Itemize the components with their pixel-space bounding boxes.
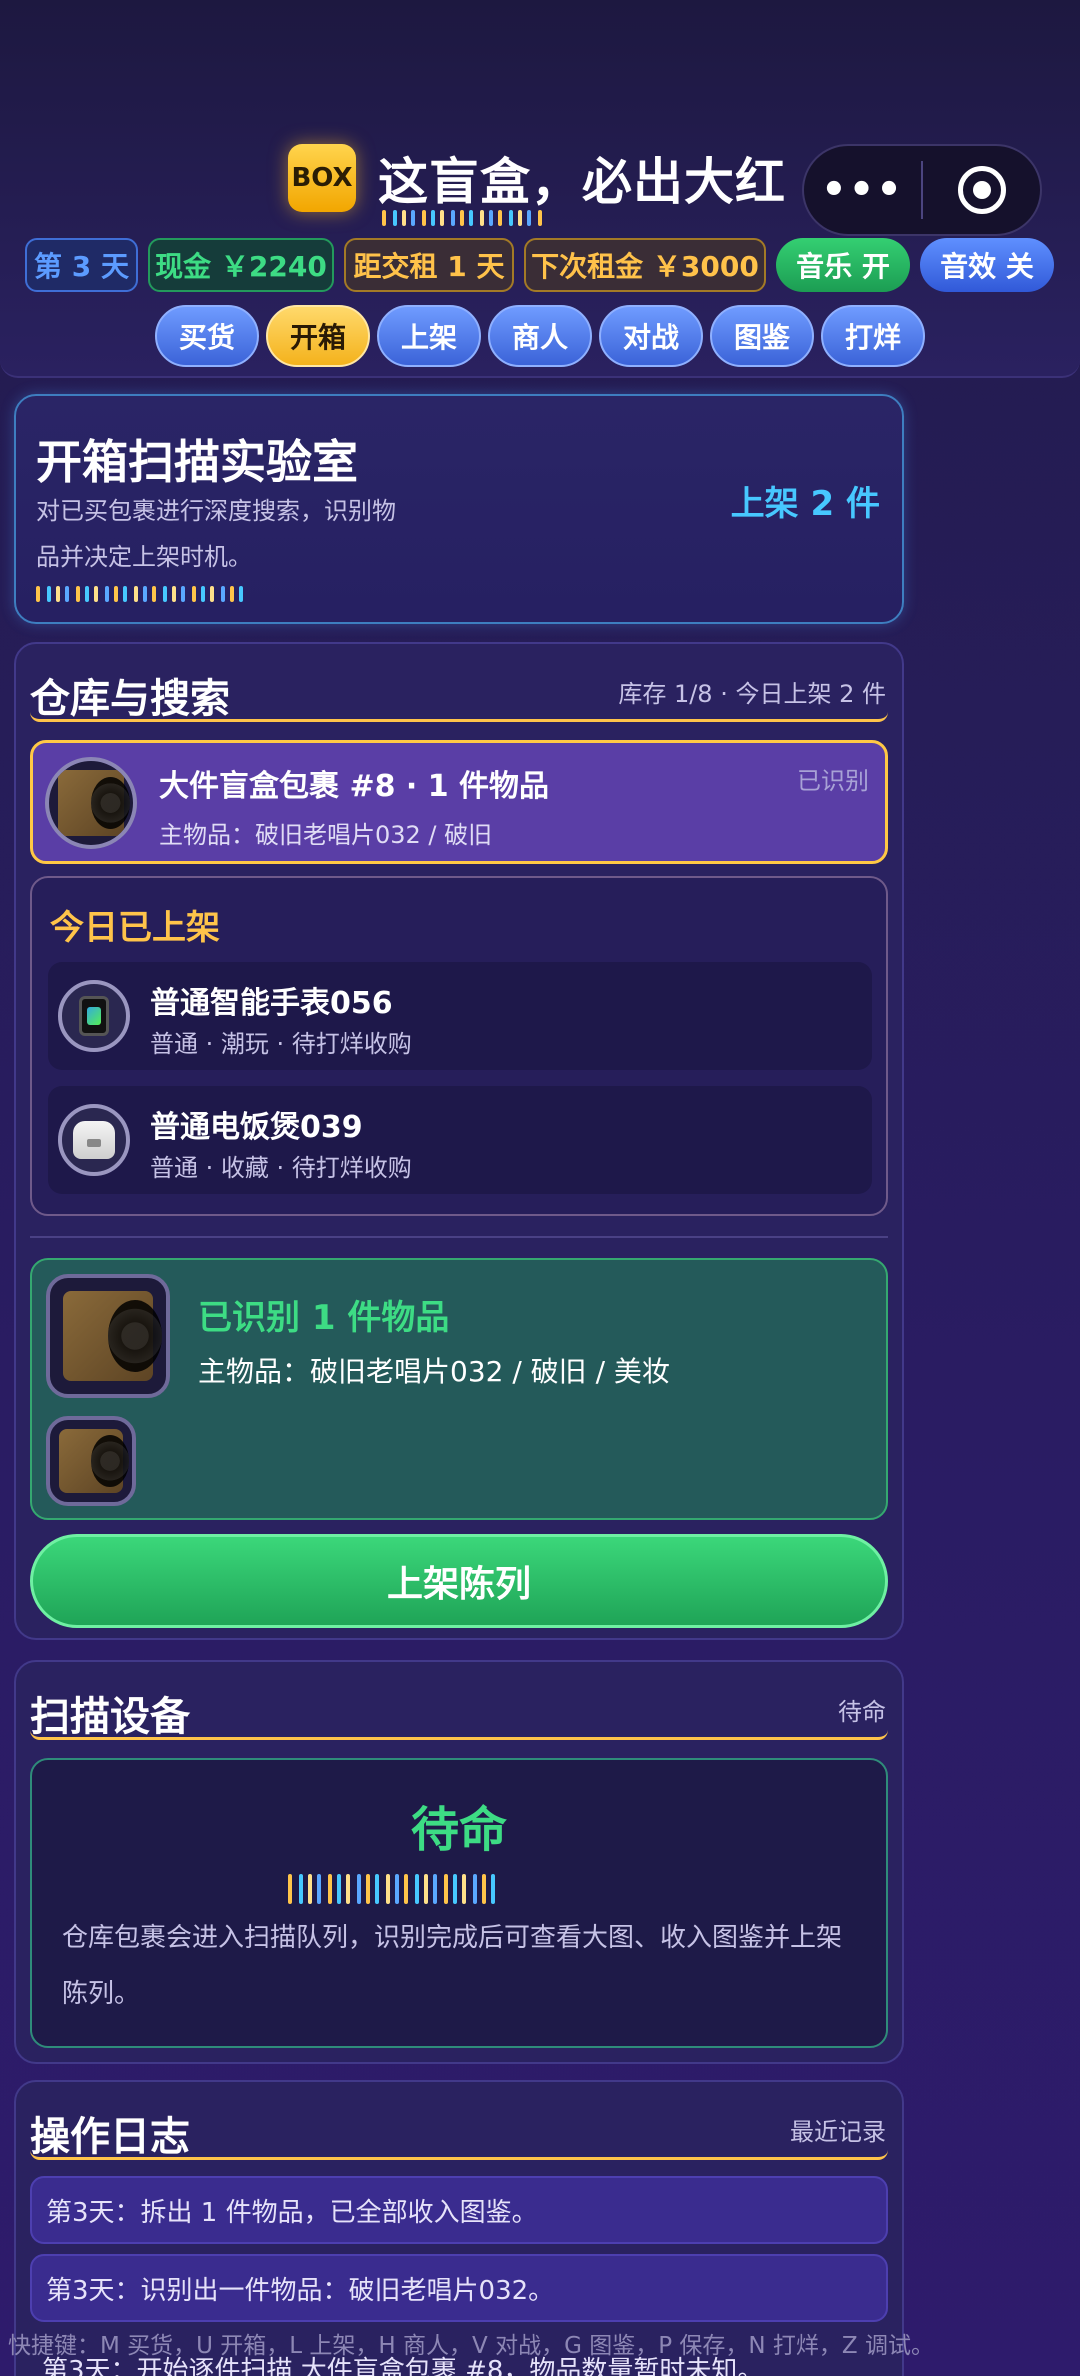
- rice-cooker-icon: [58, 1104, 130, 1176]
- tab-list[interactable]: 上架: [377, 305, 481, 367]
- tab-battle[interactable]: 对战: [599, 305, 703, 367]
- listed-count-badge: 上架 2 件: [730, 484, 880, 524]
- package-main-item: 主物品：破旧老唱片032 / 破旧: [159, 821, 493, 849]
- tab-buy[interactable]: 买货: [155, 305, 259, 367]
- tab-merchant[interactable]: 商人: [488, 305, 592, 367]
- item-name: 普通电饭煲039: [150, 1110, 363, 1145]
- title-row: BOX 这盲盒，必出大红: [288, 142, 786, 214]
- package-name: 大件盲盒包裹 #8 · 1 件物品: [159, 769, 550, 804]
- scanner-description: 仓库包裹会进入扫描队列，识别完成后可查看大图、收入图鉴并上架陈列。: [62, 1923, 843, 2009]
- scanner-panel: 待命 仓库包裹会进入扫描队列，识别完成后可查看大图、收入图鉴并上架陈列。: [30, 1758, 888, 2048]
- warehouse-underline: [30, 712, 888, 722]
- identified-title: 已识别 1 件物品: [198, 1298, 450, 1338]
- day-badge: 第 3 天: [25, 238, 138, 292]
- music-toggle-button[interactable]: 音乐 开: [776, 238, 910, 292]
- log-meta: 最近记录: [790, 2118, 886, 2146]
- shortcut-hint: 快捷键：M 买货，U 开箱，L 上架，H 商人，V 对战，G 图鉴，P 保存，N…: [8, 2333, 934, 2359]
- item-meta: 普通 · 收藏 · 待打烊收购: [150, 1154, 412, 1182]
- item-meta: 普通 · 潮玩 · 待打烊收购: [150, 1030, 412, 1058]
- identified-main-item: 主物品：破旧老唱片032 / 破旧 / 美妆: [198, 1355, 670, 1388]
- app-title: 这盲盒，必出大红: [378, 153, 786, 211]
- package-row[interactable]: 大件盲盒包裹 #8 · 1 件物品 主物品：破旧老唱片032 / 破旧 已识别: [30, 740, 888, 864]
- lab-title: 开箱扫描实验室: [36, 435, 358, 489]
- record-thumbnail: [45, 757, 137, 849]
- record-large-thumbnail[interactable]: [46, 1274, 170, 1398]
- lab-card: 开箱扫描实验室 对已买包裹进行深度搜索，识别物品并决定上架时机。 上架 2 件: [14, 394, 904, 624]
- rent-due-badge: 距交租 1 天: [344, 238, 514, 292]
- tab-close-shop[interactable]: 打烊: [821, 305, 925, 367]
- item-name: 普通智能手表056: [150, 986, 393, 1021]
- sfx-toggle-button[interactable]: 音效 关: [920, 238, 1054, 292]
- smartwatch-icon: [58, 980, 130, 1052]
- target-icon[interactable]: [923, 166, 1040, 214]
- tab-open-box[interactable]: 开箱: [266, 305, 370, 367]
- list-display-button[interactable]: 上架陈列: [30, 1534, 888, 1628]
- identified-box: 已识别 1 件物品 主物品：破旧老唱片032 / 破旧 / 美妆: [30, 1258, 888, 1520]
- package-status: 已识别: [797, 767, 869, 795]
- cash-badge: 现金 ￥2240: [148, 238, 334, 292]
- lab-description: 对已买包裹进行深度搜索，识别物品并决定上架时机。: [36, 497, 396, 571]
- scanner-decor-bars: [288, 1874, 495, 1904]
- scanner-status: 待命: [410, 1802, 507, 1858]
- section-divider: [30, 1236, 888, 1238]
- tab-collection[interactable]: 图鉴: [710, 305, 814, 367]
- lab-decor-bars: [36, 586, 243, 602]
- warehouse-card: 仓库与搜索 库存 1/8 · 今日上架 2 件 大件盲盒包裹 #8 · 1 件物…: [14, 642, 904, 1640]
- main-tabs: 买货 开箱 上架 商人 对战 图鉴 打烊: [155, 305, 932, 367]
- listed-today-title: 今日已上架: [50, 908, 220, 948]
- more-dots-icon[interactable]: •••: [804, 167, 921, 213]
- title-decor-bars: [382, 210, 542, 226]
- top-header: BOX 这盲盒，必出大红 ••• 第 3 天 现金 ￥2240 距交租 1 天 …: [0, 0, 1080, 378]
- log-entry: 第3天：拆出 1 件物品，已全部收入图鉴。: [30, 2176, 888, 2244]
- record-small-thumbnail[interactable]: [46, 1416, 136, 1506]
- scanner-card: 扫描设备 待命 待命 仓库包裹会进入扫描队列，识别完成后可查看大图、收入图鉴并上…: [14, 1660, 904, 2064]
- list-item[interactable]: 普通电饭煲039 普通 · 收藏 · 待打烊收购: [48, 1086, 872, 1194]
- next-rent-badge: 下次租金 ￥3000: [524, 238, 766, 292]
- log-entry: 第3天：识别出一件物品：破旧老唱片032。: [30, 2254, 888, 2322]
- scanner-underline: [30, 1730, 888, 1740]
- scanner-meta: 待命: [838, 1698, 886, 1726]
- listed-today-box: 今日已上架 普通智能手表056 普通 · 潮玩 · 待打烊收购 普通电饭煲039…: [30, 876, 888, 1216]
- list-item[interactable]: 普通智能手表056 普通 · 潮玩 · 待打烊收购: [48, 962, 872, 1070]
- log-underline: [30, 2150, 888, 2160]
- box-logo: BOX: [288, 144, 356, 212]
- warehouse-meta: 库存 1/8 · 今日上架 2 件: [618, 680, 886, 708]
- mini-program-capsule: •••: [802, 144, 1042, 236]
